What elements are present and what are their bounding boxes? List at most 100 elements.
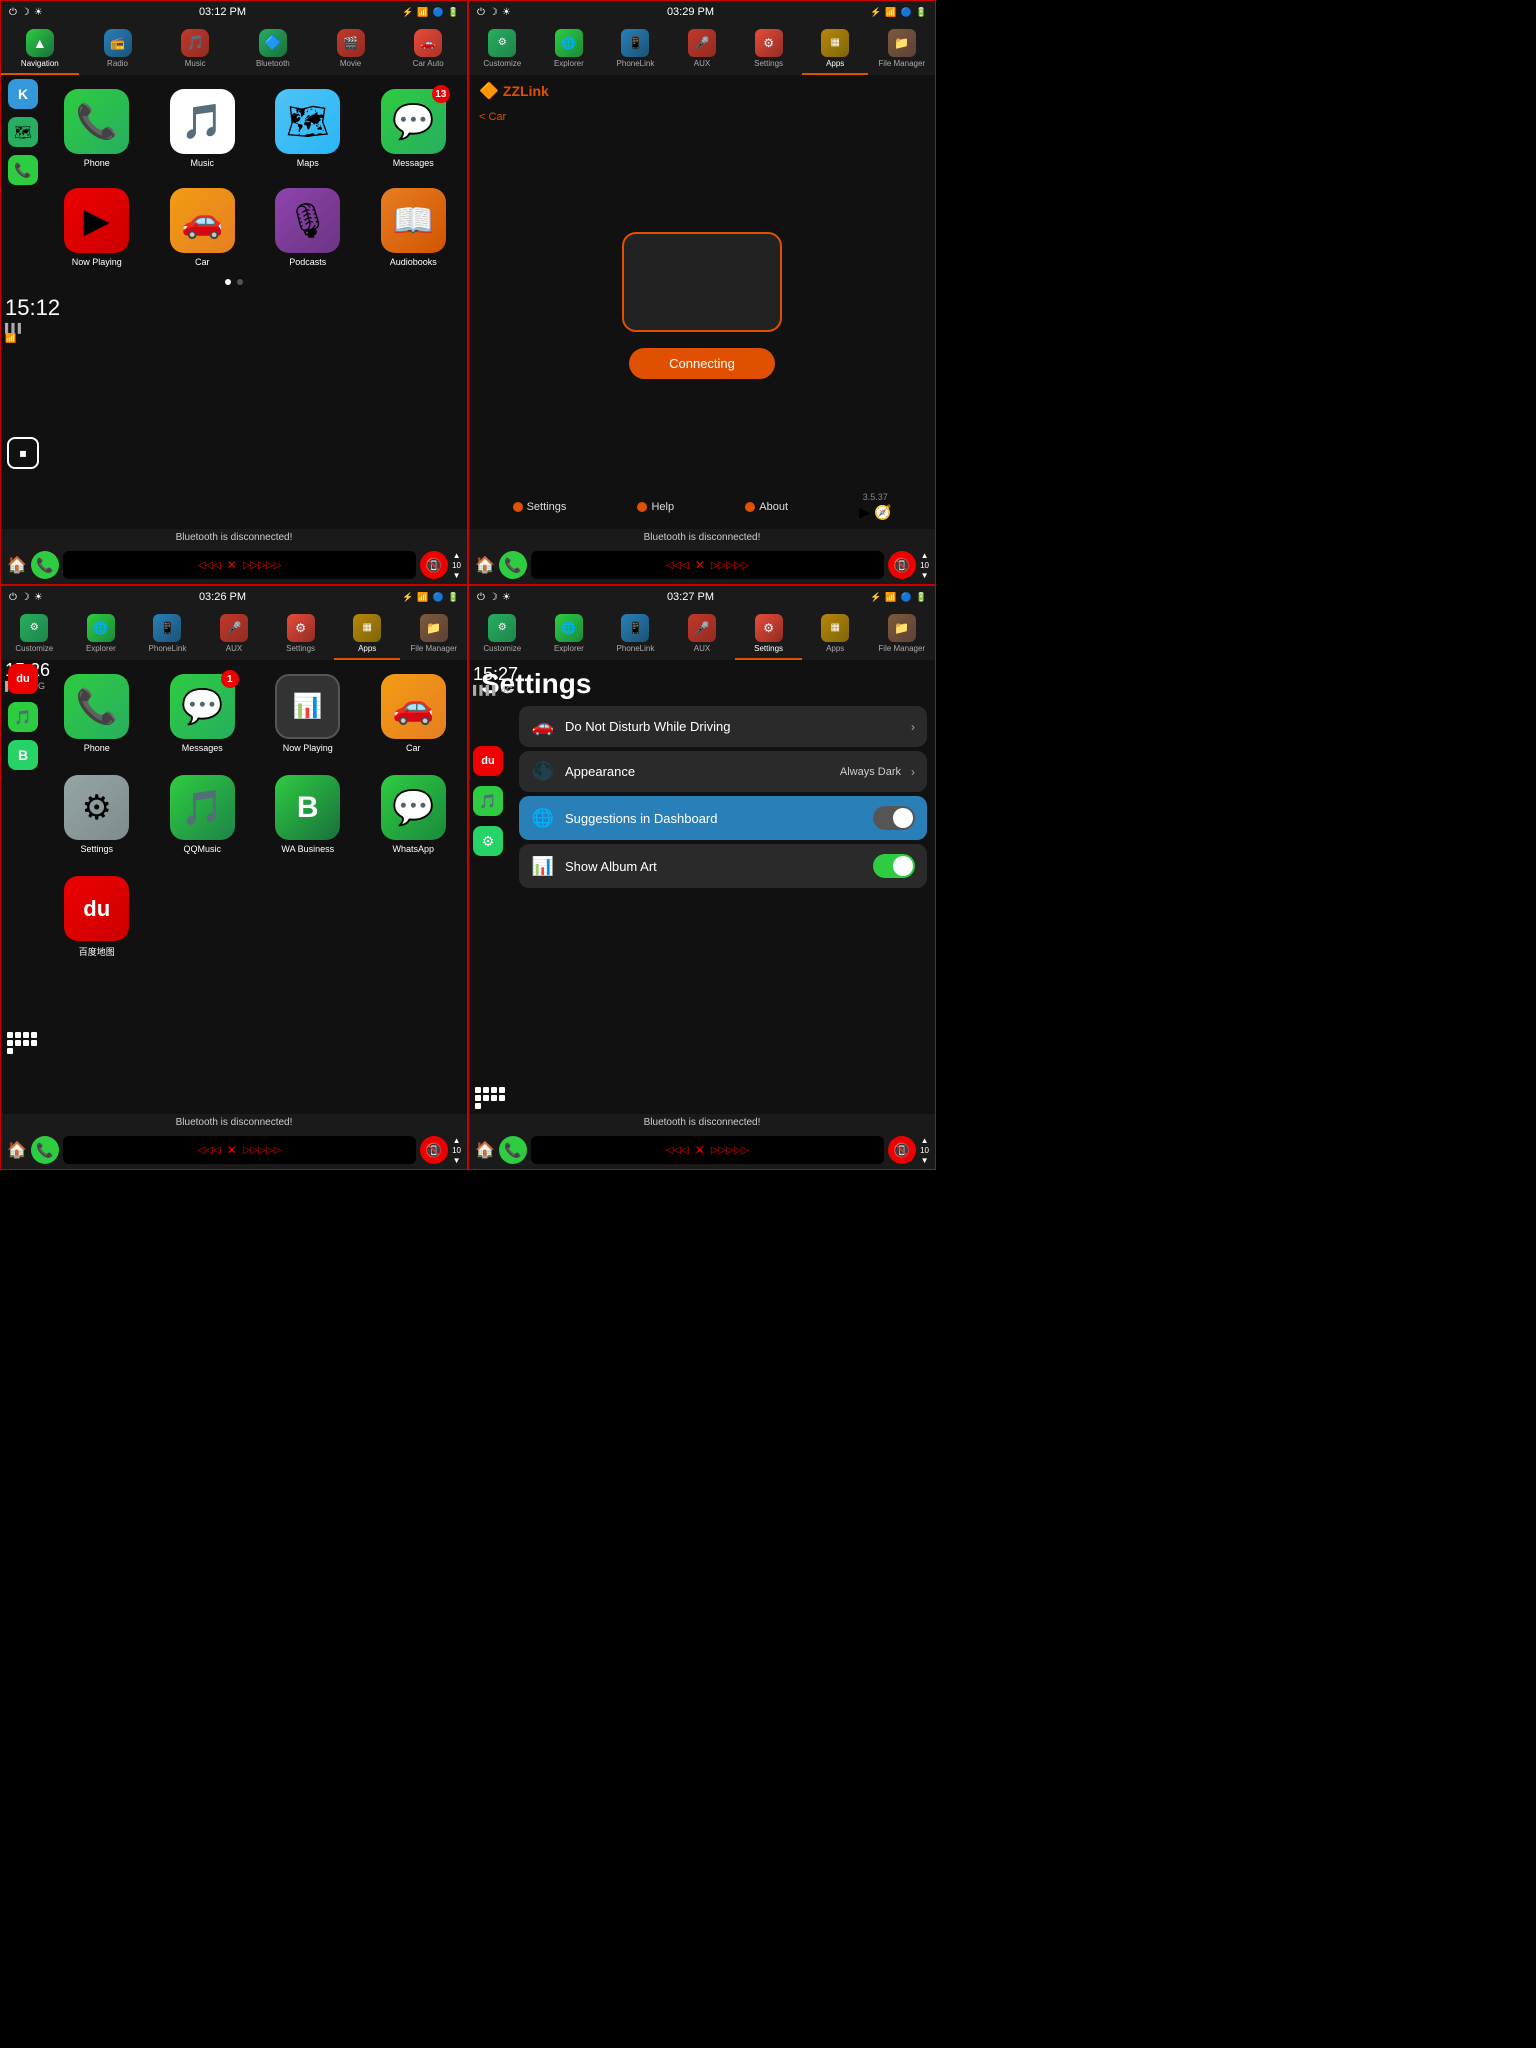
hangup-btn-q2[interactable]: 📵	[888, 551, 916, 579]
car-back-btn[interactable]: < Car	[469, 107, 935, 127]
grid-dots-btn-q4[interactable]	[475, 1087, 505, 1109]
nav-aux-q3[interactable]: 🎤 AUX	[201, 608, 268, 660]
nav-settings-q4[interactable]: ⚙ Settings	[735, 608, 802, 660]
app-car-q3[interactable]: 🚗 Car	[366, 674, 462, 753]
albumart-toggle[interactable]	[873, 854, 915, 878]
settings-row-dnd[interactable]: 🚗 Do Not Disturb While Driving ›	[519, 706, 927, 747]
nav-settings-q2[interactable]: ⚙ Settings	[735, 23, 802, 75]
bt-icon-q3: 🔵	[433, 592, 444, 603]
hangup-btn-q1[interactable]: 📵	[420, 551, 448, 579]
app-nowplaying-icon-q3: 📊	[275, 674, 340, 739]
sidebar-music-icon[interactable]: 🎵	[8, 702, 38, 732]
app-car[interactable]: 🚗 Car	[155, 188, 251, 267]
zlink-footer: Settings Help About 3.5.37 ▶ 🧭	[469, 484, 935, 529]
nav-explorer-icon-q3: 🌐	[87, 614, 115, 642]
sidebar-du-icon[interactable]: du	[8, 664, 38, 694]
answer-btn-q3[interactable]: 📞	[31, 1136, 59, 1164]
app-messages[interactable]: 💬 13 Messages	[366, 89, 462, 168]
settings-row-appearance[interactable]: 🌑 Appearance Always Dark ›	[519, 751, 927, 792]
app-messages-q3[interactable]: 💬 1 Messages	[155, 674, 251, 753]
nav-settings-icon-q4: ⚙	[755, 614, 783, 642]
sidebar-b-icon[interactable]: B	[8, 740, 38, 770]
answer-btn-q2[interactable]: 📞	[499, 551, 527, 579]
app-baidumap[interactable]: du 百度地图	[49, 876, 145, 958]
nav-music[interactable]: 🎵 Music	[156, 23, 234, 75]
home-btn-q4[interactable]: 🏠	[475, 1140, 495, 1160]
battery-icon-q3: 🔋	[448, 592, 459, 603]
call-display-q2: ◁◁◁ ✕ ▷▷▷▷▷	[531, 551, 884, 579]
app-phone-icon-q3: 📞	[64, 674, 129, 739]
apple-connect-box	[622, 232, 782, 332]
home-btn-q2[interactable]: 🏠	[475, 555, 495, 575]
home-btn-q3[interactable]: 🏠	[7, 1140, 27, 1160]
nav-explorer-q3[interactable]: 🌐 Explorer	[68, 608, 135, 660]
bt-status-q4: Bluetooth is disconnected!	[469, 1114, 935, 1131]
stop-btn[interactable]: ⏹	[7, 437, 39, 469]
nav-filemanager-q4[interactable]: 📁 File Manager	[868, 608, 935, 660]
nav-customize-q2[interactable]: ⚙ Customize	[469, 23, 536, 75]
app-nowplaying[interactable]: ▶ Now Playing	[49, 188, 145, 267]
nav-explorer-q4[interactable]: 🌐 Explorer	[536, 608, 603, 660]
nav-explorer-q2[interactable]: 🌐 Explorer	[536, 23, 603, 75]
sidebar-k-icon[interactable]: K	[8, 79, 38, 109]
sidebar-settings-icon-q4[interactable]: ⚙	[473, 826, 503, 856]
nav-apps-q2[interactable]: ▦ Apps	[802, 23, 869, 75]
app-music[interactable]: 🎵 Music	[155, 89, 251, 168]
nav-movie[interactable]: 🎬 Movie	[312, 23, 390, 75]
nav-navigation[interactable]: ▲ Navigation	[1, 23, 79, 75]
nav-phonelink-label-q2: PhoneLink	[617, 59, 655, 68]
wifi-icon-q3: 📶	[417, 592, 428, 603]
nav-aux-label-q2: AUX	[694, 59, 710, 68]
nav-apps-q4[interactable]: ▦ Apps	[802, 608, 869, 660]
app-nowplaying-q3[interactable]: 📊 Now Playing	[260, 674, 356, 753]
sidebar-phone-icon[interactable]: 📞	[8, 155, 38, 185]
app-wabusiness[interactable]: B WA Business	[260, 775, 356, 854]
zlink-settings-btn[interactable]: Settings	[513, 501, 567, 513]
app-audiobooks[interactable]: 📖 Audiobooks	[366, 188, 462, 267]
wifi-icon: 📶	[417, 7, 428, 18]
suggestions-toggle[interactable]	[873, 806, 915, 830]
status-right-q1: ⚡ 📶 🔵 🔋	[402, 7, 459, 18]
nav-filemanager-label-q3: File Manager	[410, 644, 457, 653]
answer-btn-q4[interactable]: 📞	[499, 1136, 527, 1164]
nav-apps-icon-q4: ▦	[821, 614, 849, 642]
nav-aux-q4[interactable]: 🎤 AUX	[669, 608, 736, 660]
app-qqmusic[interactable]: 🎵 QQMusic	[155, 775, 251, 854]
sidebar-maps-icon[interactable]: 🗺	[8, 117, 38, 147]
nav-customize-q4[interactable]: ⚙ Customize	[469, 608, 536, 660]
app-podcasts[interactable]: 🎙 Podcasts	[260, 188, 356, 267]
nav-carauto[interactable]: 🚗 Car Auto	[389, 23, 467, 75]
sidebar-du-icon-q4[interactable]: du	[473, 746, 503, 776]
sidebar-music-icon-q4[interactable]: 🎵	[473, 786, 503, 816]
answer-btn-q1[interactable]: 📞	[31, 551, 59, 579]
app-maps[interactable]: 🗺 Maps	[260, 89, 356, 168]
nav-settings-label-q2: Settings	[754, 59, 783, 68]
zlink-help-btn[interactable]: Help	[637, 501, 674, 513]
nav-filemanager-q3[interactable]: 📁 File Manager	[400, 608, 467, 660]
settings-row-suggestions[interactable]: 🌐 Suggestions in Dashboard	[519, 796, 927, 840]
app-phone[interactable]: 📞 Phone	[49, 89, 145, 168]
bt-icon-q4: 🔵	[901, 592, 912, 603]
nav-customize-q3[interactable]: ⚙ Customize	[1, 608, 68, 660]
connecting-button[interactable]: Connecting	[629, 348, 775, 379]
nav-bluetooth[interactable]: 🔷 Bluetooth	[234, 23, 312, 75]
home-btn-q1[interactable]: 🏠	[7, 555, 27, 575]
app-phone-q3[interactable]: 📞 Phone	[49, 674, 145, 753]
grid-dots-btn[interactable]	[7, 1032, 37, 1054]
nav-settings-q3[interactable]: ⚙ Settings	[267, 608, 334, 660]
nav-phonelink-q3[interactable]: 📱 PhoneLink	[134, 608, 201, 660]
hangup-btn-q3[interactable]: 📵	[420, 1136, 448, 1164]
nav-aux-q2[interactable]: 🎤 AUX	[669, 23, 736, 75]
nav-apps-q3[interactable]: ▦ Apps	[334, 608, 401, 660]
sidebar-q3: du 🎵 B	[5, 660, 41, 1059]
nav-filemanager-q2[interactable]: 📁 File Manager	[868, 23, 935, 75]
app-whatsapp[interactable]: 💬 WhatsApp	[366, 775, 462, 854]
power-icon-q4: ⏻	[477, 592, 485, 603]
app-settings-q3[interactable]: ⚙ Settings	[49, 775, 145, 854]
nav-phonelink-q2[interactable]: 📱 PhoneLink	[602, 23, 669, 75]
zlink-about-btn[interactable]: About	[745, 501, 788, 513]
nav-phonelink-q4[interactable]: 📱 PhoneLink	[602, 608, 669, 660]
settings-row-albumart[interactable]: 📊 Show Album Art	[519, 844, 927, 888]
hangup-btn-q4[interactable]: 📵	[888, 1136, 916, 1164]
nav-radio[interactable]: 📻 Radio	[79, 23, 157, 75]
